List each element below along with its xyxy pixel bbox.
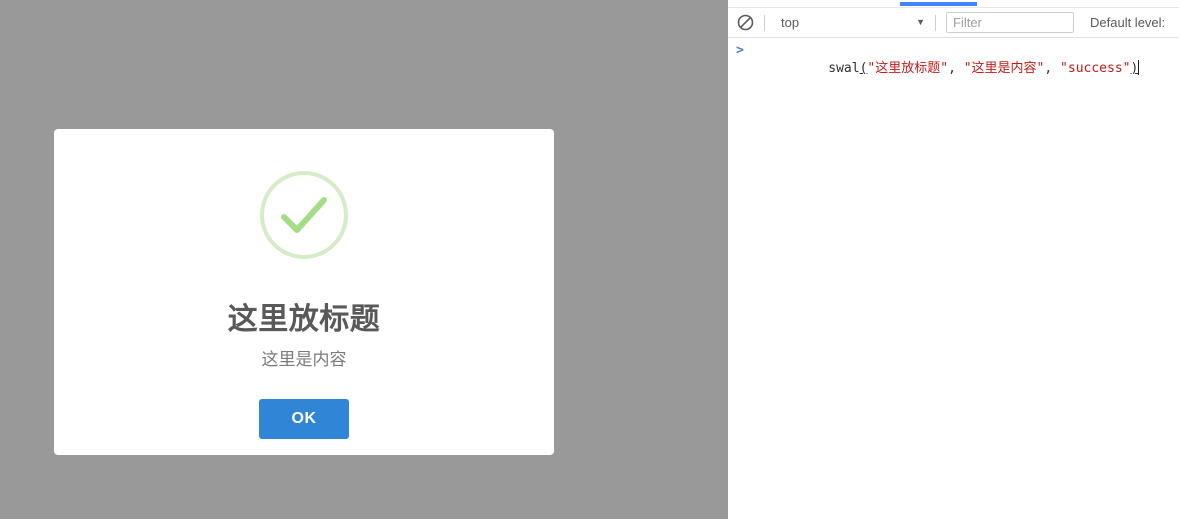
- execution-context-value: top: [781, 15, 800, 30]
- toolbar-divider-2: [935, 14, 936, 31]
- code-token-punct: ,: [948, 61, 964, 76]
- page-viewport-with-overlay: 这里放标题 这里是内容 OK: [0, 0, 728, 519]
- console-message-area[interactable]: > swal("这里放标题", "这里是内容", "success"): [728, 38, 1179, 518]
- ok-button[interactable]: OK: [259, 399, 349, 440]
- code-token-string: "这里是内容": [963, 61, 1045, 76]
- console-toolbar: top ▼ Default level:: [728, 8, 1179, 38]
- console-prompt-icon: >: [736, 43, 744, 58]
- active-tab-indicator: [900, 2, 977, 6]
- text-cursor: [1138, 60, 1140, 75]
- code-token-paren: ): [1130, 61, 1139, 76]
- devtools-tabstrip: [728, 0, 1179, 8]
- modal-content-text: 这里是内容: [261, 350, 347, 369]
- success-check-icon: [260, 171, 348, 259]
- code-token-punct: ,: [1044, 61, 1061, 76]
- filter-input[interactable]: [946, 12, 1074, 33]
- clear-console-icon[interactable]: [728, 8, 762, 38]
- devtools-panel: top ▼ Default level: > swal("这里放标题", "这里…: [728, 0, 1179, 519]
- execution-context-selector[interactable]: top ▼: [771, 12, 933, 34]
- code-token-ident: swal: [828, 61, 860, 76]
- toolbar-divider-1: [764, 14, 765, 31]
- code-token-string: "success": [1060, 61, 1131, 76]
- modal-title: 这里放标题: [227, 303, 381, 336]
- modal-actions: OK: [259, 399, 349, 440]
- console-input-code[interactable]: swal("这里放标题", "这里是内容", "success"): [750, 42, 1140, 96]
- log-level-label[interactable]: Default level:: [1090, 15, 1165, 30]
- chevron-down-icon: ▼: [916, 17, 925, 27]
- code-token-string: "这里放标题": [867, 61, 949, 76]
- screen: 这里放标题 这里是内容 OK top ▼ Filter Default leve…: [0, 0, 1179, 519]
- sweetalert-modal: 这里放标题 这里是内容 OK: [54, 129, 554, 455]
- console-prompt-row[interactable]: > swal("这里放标题", "这里是内容", "success"): [728, 38, 1179, 76]
